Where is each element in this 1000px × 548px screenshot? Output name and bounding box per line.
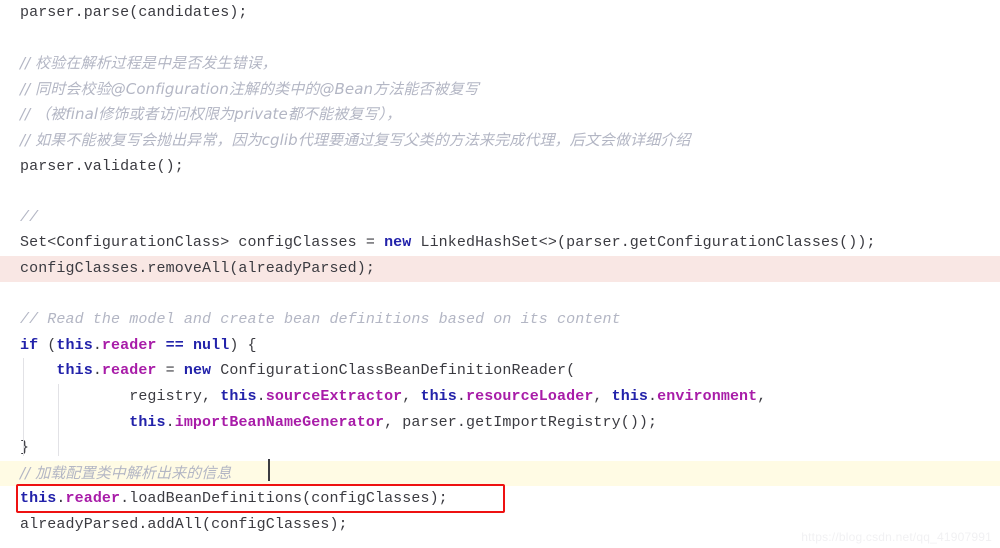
code-line[interactable]: registry, this.sourceExtractor, this.res… (0, 384, 1000, 410)
code-token-cmt-cn: // 同时会校验@Configuration注解的类中的@Bean方法能否被复写 (20, 79, 479, 98)
indent-guide-level-1 (23, 358, 24, 456)
code-token-cmt-cn: // 加载配置类中解析出来的信息 (20, 463, 232, 482)
code-line[interactable]: if (this.reader == null) { (0, 333, 1000, 359)
code-token-field: sourceExtractor (265, 387, 403, 405)
code-token-plain: , (757, 387, 767, 405)
code-token-plain: . (56, 490, 66, 508)
code-token-kw: this (129, 413, 166, 431)
code-line[interactable]: // (0, 205, 1000, 231)
code-line[interactable]: // 如果不能被复写会抛出异常，因为cglib代理要通过复写父类的方法来完成代理… (0, 128, 1000, 154)
code-token-field: environment (657, 387, 758, 405)
code-token-field: reader (101, 362, 157, 380)
code-line[interactable] (0, 179, 1000, 205)
code-line[interactable]: // Read the model and create bean defini… (0, 307, 1000, 333)
code-token-kw: if (20, 336, 39, 354)
code-line[interactable]: } (0, 435, 1000, 461)
code-token-plain: . (92, 362, 102, 380)
code-token-kw: this (220, 387, 257, 405)
code-token-cmt: // (20, 208, 39, 226)
code-line[interactable]: parser.validate(); (0, 154, 1000, 180)
code-token-plain: Set<ConfigurationClass> configClasses = (20, 234, 385, 252)
code-editor-viewport[interactable]: parser.parse(candidates); // 校验在解析过程是中是否… (0, 0, 1000, 548)
code-token-plain: ConfigurationClassBeanDefinitionReader( (211, 362, 576, 380)
watermark: https://blog.csdn.net/qq_41907991 (801, 530, 992, 544)
code-token-cmt-cn: // 如果不能被复写会抛出异常，因为cglib代理要通过复写父类的方法来完成代理… (20, 130, 691, 149)
code-token-plain: .loadBeanDefinitions(configClasses); (120, 490, 448, 508)
code-token-plain: } (20, 439, 30, 457)
code-token-plain: . (456, 387, 466, 405)
code-token-plain: parser.validate(); (20, 157, 184, 175)
code-token-plain: . (256, 387, 266, 405)
code-token-plain: = (156, 362, 184, 380)
code-token-plain: configClasses.removeAll(alreadyParsed); (20, 259, 375, 277)
code-token-plain: alreadyParsed.addAll(configClasses); (20, 515, 348, 533)
code-token-plain: registry, (20, 387, 221, 405)
code-token-plain: . (92, 336, 102, 354)
code-line[interactable] (0, 282, 1000, 308)
code-token-plain: . (165, 413, 175, 431)
code-token-cmt: // Read the model and create bean defini… (20, 311, 621, 329)
code-token-plain: . (648, 387, 658, 405)
code-token-cmt-cn: // （被final修饰或者访问权限为private都不能被复写）， (20, 105, 402, 124)
code-line[interactable]: // 加载配置类中解析出来的信息 (0, 460, 1000, 487)
code-token-plain: , (593, 387, 612, 405)
code-token-op: == (165, 336, 184, 354)
code-token-field: importBeanNameGenerator (174, 413, 385, 431)
code-token-kw: null (192, 336, 230, 354)
code-token-kw: this (20, 490, 57, 508)
code-line[interactable]: // 同时会校验@Configuration注解的类中的@Bean方法能否被复写 (0, 77, 1000, 103)
code-token-kw: new (183, 362, 212, 380)
indent-guide-level-2 (58, 384, 59, 456)
code-token-kw: new (384, 234, 412, 252)
code-token-field: reader (65, 490, 121, 508)
text-caret (268, 459, 270, 481)
code-token-kw: this (420, 387, 457, 405)
code-line[interactable]: // 校验在解析过程是中是否发生错误， (0, 51, 1000, 77)
code-token-field: reader (101, 336, 157, 354)
code-line[interactable]: this.reader = new ConfigurationClassBean… (0, 358, 1000, 384)
code-token-plain: parser.parse(candidates); (20, 4, 248, 21)
code-token-cmt-cn: // 校验在解析过程是中是否发生错误， (20, 54, 277, 73)
code-line[interactable]: this.reader.loadBeanDefinitions(configCl… (0, 486, 1000, 512)
code-token-plain: ) { (229, 336, 257, 354)
code-token-plain: , (402, 387, 421, 405)
code-line[interactable]: Set<ConfigurationClass> configClasses = … (0, 230, 1000, 256)
code-token-plain: LinkedHashSet<>(parser.getConfigurationC… (411, 234, 876, 252)
code-line[interactable] (0, 26, 1000, 52)
code-token-field: resourceLoader (466, 387, 594, 405)
code-line[interactable]: configClasses.removeAll(alreadyParsed); (0, 255, 1000, 282)
code-text-area[interactable]: parser.parse(candidates); // 校验在解析过程是中是否… (0, 0, 1000, 537)
code-token-plain: ( (38, 336, 57, 354)
code-token-kw: this (611, 387, 649, 405)
code-line[interactable]: this.importBeanNameGenerator, parser.get… (0, 410, 1000, 436)
code-token-kw: this (56, 362, 93, 380)
code-line[interactable]: parser.parse(candidates); (0, 0, 1000, 26)
code-token-kw: this (56, 336, 93, 354)
code-line[interactable]: // （被final修饰或者访问权限为private都不能被复写）， (0, 102, 1000, 128)
code-token-plain: , parser.getImportRegistry()); (384, 413, 658, 431)
